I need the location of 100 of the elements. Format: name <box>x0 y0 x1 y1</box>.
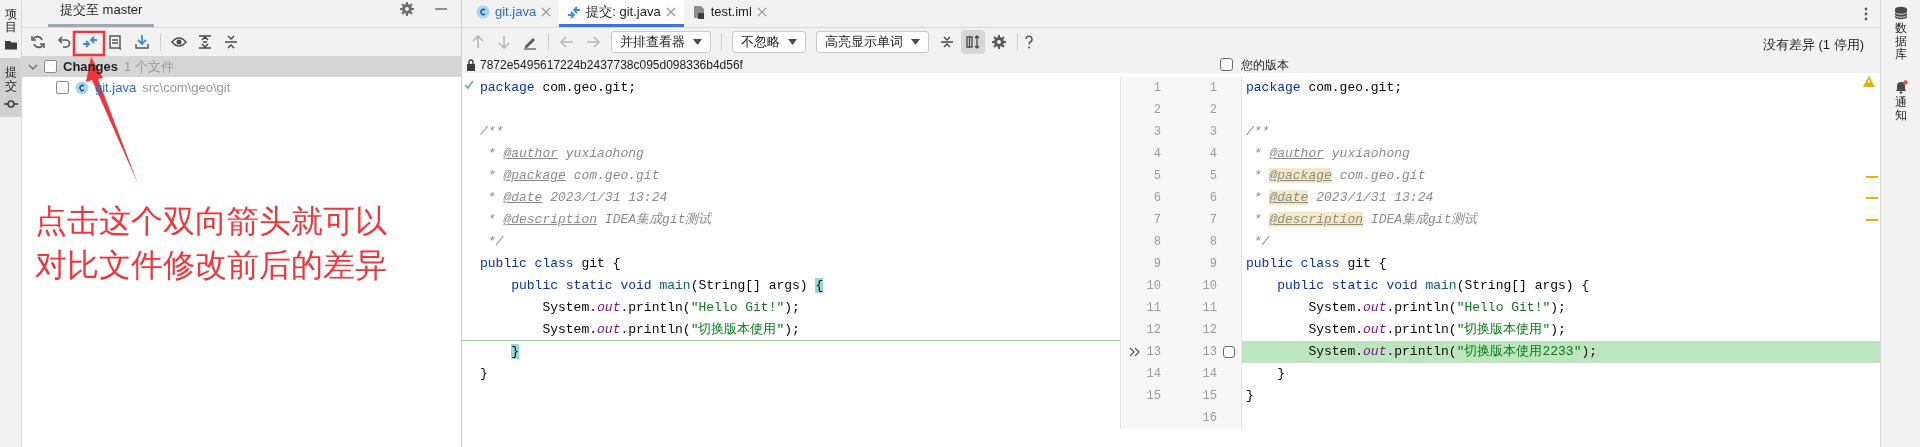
line-number: 1 <box>1208 80 1217 97</box>
line-number: 6 <box>1152 190 1161 207</box>
code-line: System.out.println("切换版本使用2233"); <box>1307 343 1598 362</box>
line-number: 4 <box>1152 146 1161 163</box>
code-line: System.out.println("Hello Git!"); <box>1307 299 1566 318</box>
close-icon[interactable] <box>665 7 676 17</box>
code-line: * @description IDEA集成git测试 <box>486 211 712 230</box>
line-number: 10 <box>1201 278 1217 295</box>
tool-window-tab[interactable]: 数据库 <box>1893 6 1908 62</box>
code-line: } <box>480 365 488 384</box>
document-icon <box>691 5 706 19</box>
line-number: 16 <box>1201 410 1217 427</box>
tool-window-tab[interactable]: 提交 <box>0 58 21 117</box>
line-number: 9 <box>1208 256 1217 273</box>
tool-window-tab[interactable]: 项目 <box>0 0 21 59</box>
diff-arrows-icon <box>567 5 582 19</box>
tab-label[interactable]: test.iml <box>710 2 752 22</box>
checkbox[interactable] <box>1220 58 1233 71</box>
code-line: /** <box>480 123 504 142</box>
code-line: * @package com.geo.git <box>1252 167 1426 186</box>
line-number: 1 <box>1152 80 1161 97</box>
code-line: package com.geo.git; <box>480 79 637 98</box>
line-number: 4 <box>1208 146 1217 163</box>
line-number: 7 <box>1208 212 1217 229</box>
version-label: 您的版本 <box>1241 56 1289 74</box>
code-line: public class git { <box>1246 255 1387 274</box>
caret-icon[interactable] <box>911 39 920 45</box>
more-icon[interactable] <box>1864 6 1868 21</box>
checkbox[interactable] <box>1223 346 1235 358</box>
annotation-text: 点击这个双向箭头就可以 <box>35 202 388 241</box>
code-line: package com.geo.git; <box>1246 79 1403 98</box>
line-number: 11 <box>1201 300 1217 317</box>
checkbox[interactable] <box>56 81 69 94</box>
code-line: */ <box>486 233 504 252</box>
code-line: System.out.println("Hello Git!"); <box>541 299 800 318</box>
line-number: 6 <box>1208 190 1217 207</box>
checkbox[interactable] <box>44 60 57 73</box>
class-file-icon <box>75 80 89 95</box>
code-line: /** <box>1246 123 1270 142</box>
tab-label[interactable]: git.java <box>495 2 537 22</box>
caret-icon[interactable] <box>693 39 702 45</box>
tool-window-label[interactable]: 通知 <box>1894 95 1907 122</box>
code-line: * @date 2023/1/31 13:24 <box>1252 189 1434 208</box>
line-number: 5 <box>1152 168 1161 185</box>
line-number: 2 <box>1152 102 1161 119</box>
line-number: 13 <box>1201 344 1217 361</box>
editor-tab[interactable]: git.java <box>468 0 560 27</box>
file-path: src\com\geo\git <box>142 78 231 97</box>
class-file-icon <box>476 5 490 19</box>
help-icon[interactable] <box>1024 35 1034 49</box>
line-number: 2 <box>1208 102 1217 119</box>
folder-icon <box>3 38 18 53</box>
line-number: 3 <box>1208 124 1217 141</box>
editor-tab[interactable]: 提交: git.java <box>559 0 684 27</box>
line-number: 12 <box>1145 322 1161 339</box>
line-number: 14 <box>1145 366 1161 383</box>
code-line: System.out.println("切换版本使用"); <box>541 320 800 339</box>
code-line: public static void main(String[] args) { <box>1276 277 1590 296</box>
tab-label[interactable]: 提交: git.java <box>586 2 661 22</box>
line-number: 13 <box>1145 344 1161 361</box>
tool-window-tab[interactable]: 通知 <box>1893 79 1908 122</box>
code-line: * @author yuxiaohong <box>486 145 644 164</box>
check-icon <box>464 80 474 90</box>
tool-window-label[interactable]: 提交 <box>4 66 17 93</box>
double-chevron-icon[interactable] <box>1129 347 1141 357</box>
code-line: System.out.println("切换版本使用"); <box>1307 321 1566 340</box>
tool-window-label[interactable]: 项目 <box>4 8 17 35</box>
highlight-frame <box>72 30 106 57</box>
line-number: 8 <box>1208 234 1217 251</box>
code-line: } <box>1276 365 1285 384</box>
line-number: 3 <box>1152 124 1161 141</box>
viewer-dropdown[interactable]: 并排查看器 <box>611 31 711 53</box>
code-line: * @description IDEA集成git测试 <box>1252 211 1478 230</box>
ignore-dropdown[interactable]: 不忽略 <box>732 31 806 53</box>
highlight-dropdown[interactable]: 高亮显示单词 <box>816 31 929 53</box>
code-line: * @author yuxiaohong <box>1252 145 1410 164</box>
line-number: 15 <box>1145 388 1161 405</box>
code-line: public class git { <box>480 255 621 274</box>
line-number: 5 <box>1208 168 1217 185</box>
line-number: 9 <box>1152 256 1161 273</box>
caret-icon[interactable] <box>788 39 797 45</box>
line-number: 15 <box>1201 388 1217 405</box>
code-line: * @package com.geo.git <box>486 167 660 186</box>
code-line: public static void main(String[] args) { <box>510 277 824 296</box>
line-number: 7 <box>1152 212 1161 229</box>
line-number: 11 <box>1145 300 1161 317</box>
database-icon <box>1893 6 1908 20</box>
diff-status: 没有差异 (1 停用) <box>1762 35 1864 54</box>
annotation-text: 对比文件修改前后的差异 <box>35 246 388 285</box>
code-line: } <box>1246 387 1254 406</box>
bell-icon <box>1893 79 1908 94</box>
line-number: 8 <box>1152 234 1161 251</box>
editor-tab[interactable]: test.iml <box>683 0 775 27</box>
code-line: * @date 2023/1/31 13:24 <box>486 189 668 208</box>
tool-window-label[interactable]: 数据库 <box>1894 22 1907 62</box>
code-line: */ <box>1252 233 1270 252</box>
line-number: 14 <box>1201 366 1217 383</box>
line-number: 10 <box>1145 278 1161 295</box>
file-count: 1 个文件 <box>123 57 174 76</box>
lock-icon <box>466 58 476 71</box>
